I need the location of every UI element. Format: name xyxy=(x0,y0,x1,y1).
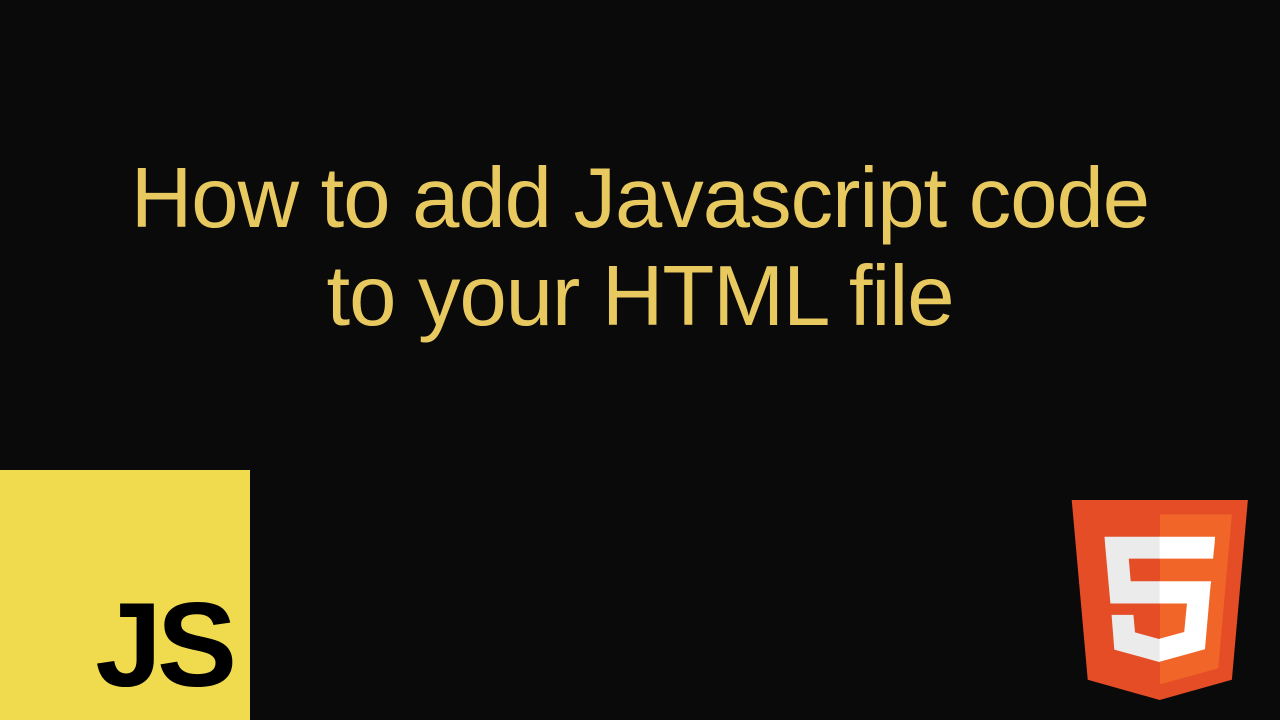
html5-logo-icon xyxy=(1060,490,1260,710)
title-line-1: How to add Javascript code xyxy=(0,150,1280,248)
js-logo-text: JS xyxy=(95,585,232,705)
title-container: How to add Javascript code to your HTML … xyxy=(0,150,1280,346)
js-logo-icon: JS xyxy=(0,470,250,720)
title-line-2: to your HTML file xyxy=(0,248,1280,346)
